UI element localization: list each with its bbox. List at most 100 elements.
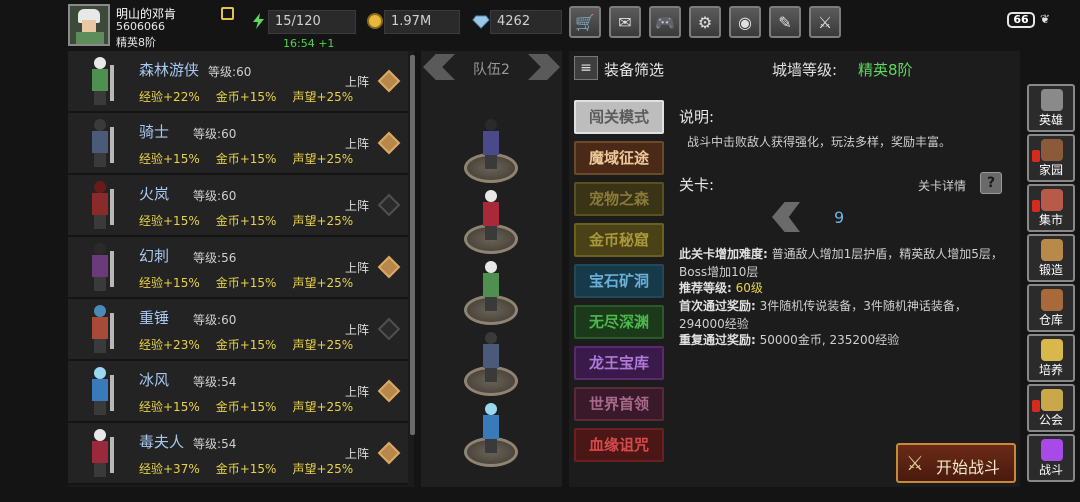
mode-button[interactable]: 闯关模式	[574, 100, 664, 134]
hero-exp-bonus: 经验+15%	[139, 276, 200, 290]
mode-button[interactable]: 宝石矿洞	[574, 264, 664, 298]
sidebar-label: 集市	[1038, 213, 1063, 227]
hero-bonuses: 经验+15% 金币+15% 声望+25%	[139, 212, 369, 229]
mode-button[interactable]: 世界首领	[574, 387, 664, 421]
deploy-toggle-icon[interactable]	[377, 441, 401, 465]
hero-row[interactable]: 毒夫人 等级:54 经验+37% 金币+15% 声望+25% 上阵	[68, 423, 408, 485]
team-member-sprite[interactable]	[479, 190, 503, 240]
avatar-robe	[76, 32, 104, 44]
deploy-toggle-icon[interactable]	[377, 255, 401, 279]
hero-list-scrollbar[interactable]	[410, 55, 415, 435]
wall-level-value: 精英8阶	[858, 61, 913, 79]
sidebar-label: 培养	[1038, 363, 1063, 377]
house-icon	[1041, 139, 1063, 161]
sprite-legs	[94, 91, 106, 105]
start-battle-button[interactable]: ⚔ 开始战斗	[896, 443, 1016, 483]
hero-level: 等级:60	[193, 127, 237, 141]
sprite-head	[485, 332, 497, 344]
portal-icon	[1041, 439, 1063, 461]
hero-gold-bonus: 金币+15%	[215, 462, 277, 476]
deploy-toggle-icon[interactable]	[377, 131, 401, 155]
sprite-legs	[94, 463, 106, 477]
hero-row[interactable]: 冰风 等级:54 经验+15% 金币+15% 声望+25% 上阵	[68, 361, 408, 423]
deploy-toggle-icon[interactable]	[377, 379, 401, 403]
team-member-sprite[interactable]	[479, 119, 503, 169]
hero-list[interactable]: 森林游侠 等级:60 经验+22% 金币+15% 声望+25% 上阵 骑士 等级:60 经验+1…	[68, 51, 414, 487]
mode-button[interactable]: 魔域征途	[574, 141, 664, 175]
hero-level-label: 等级	[193, 127, 218, 141]
edit-icon[interactable]	[221, 7, 234, 20]
sprite-weapon	[110, 313, 114, 349]
team-member-sprite[interactable]	[479, 403, 503, 453]
gem-counter: 4262	[490, 10, 562, 34]
hero-deploy-label: 上阵	[345, 447, 370, 461]
deploy-toggle-icon[interactable]	[377, 317, 401, 341]
mode-button[interactable]: 血缘诅咒	[574, 428, 664, 462]
sidebar-button-guild[interactable]: 公会	[1027, 384, 1075, 432]
sidebar-label: 家园	[1038, 163, 1063, 177]
color-button[interactable]: ◉	[729, 6, 761, 38]
sprite-body	[483, 131, 499, 155]
anvil-icon	[1041, 239, 1063, 261]
hero-level: 等级:54	[193, 375, 237, 389]
hero-bonuses: 经验+23% 金币+15% 声望+25%	[139, 336, 369, 353]
team-member-sprite[interactable]	[479, 332, 503, 382]
hero-gold-bonus: 金币+15%	[215, 214, 277, 228]
mode-button[interactable]: 龙王宝库	[574, 346, 664, 380]
player-id: 5606066	[116, 20, 165, 33]
sidebar-button-house[interactable]: 家园	[1027, 134, 1075, 182]
sidebar-label: 公会	[1038, 413, 1063, 427]
sidebar-button-chest[interactable]: 仓库	[1027, 284, 1075, 332]
hero-sprite-icon	[80, 55, 120, 107]
hero-row[interactable]: 骑士 等级:60 经验+15% 金币+15% 声望+25% 上阵	[68, 113, 408, 175]
level-detail-label: 关卡详情	[918, 179, 967, 193]
sprite-body	[92, 379, 108, 401]
sidebar-button-market[interactable]: 集市	[1027, 184, 1075, 232]
sprite-head	[94, 367, 106, 379]
sprite-legs	[485, 297, 497, 311]
sword-alert-button[interactable]: ⚔	[809, 6, 841, 38]
hero-row[interactable]: 森林游侠 等级:60 经验+22% 金币+15% 声望+25% 上阵	[68, 51, 408, 113]
sidebar-button-portal[interactable]: 战斗	[1027, 434, 1075, 482]
feather-button[interactable]: ✎	[769, 6, 801, 38]
menu-icon[interactable]: ≡	[574, 56, 598, 80]
recommend-label: 推荐等级:	[679, 281, 732, 295]
team-member-sprite[interactable]	[479, 261, 503, 311]
color-wheel-icon: ◉	[738, 12, 752, 32]
hero-name: 冰风	[139, 371, 170, 389]
player-avatar[interactable]	[68, 4, 110, 46]
training-icon	[1041, 339, 1063, 361]
mode-button[interactable]: 宠物之森	[574, 182, 664, 216]
sprite-body	[92, 317, 108, 339]
equipment-filter-label[interactable]: 装备筛选	[604, 59, 664, 80]
hero-deploy-label: 上阵	[345, 261, 370, 275]
sidebar-button-training[interactable]: 培养	[1027, 334, 1075, 382]
deploy-toggle-icon[interactable]	[377, 193, 401, 217]
level-title: 关卡:	[679, 176, 715, 194]
question-icon[interactable]: ?	[980, 172, 1002, 194]
level-prev-button[interactable]	[772, 202, 800, 232]
hero-row[interactable]: 幻刺 等级:56 经验+15% 金币+15% 声望+25% 上阵	[68, 237, 408, 299]
hero-row[interactable]: 重锤 等级:60 经验+23% 金币+15% 声望+25% 上阵	[68, 299, 408, 361]
sprite-head	[94, 119, 106, 131]
settings-button[interactable]: ⚙	[689, 6, 721, 38]
mode-button[interactable]: 金币秘窟	[574, 223, 664, 257]
sprite-legs	[94, 401, 106, 415]
hero-row[interactable]: 火岚 等级:60 经验+15% 金币+15% 声望+25% 上阵	[68, 175, 408, 237]
hero-sprite-icon	[80, 179, 120, 231]
sidebar-button-anvil[interactable]: 锻造	[1027, 234, 1075, 282]
sidebar-label: 战斗	[1038, 463, 1063, 477]
wall-level-label: 城墙等级:	[772, 61, 838, 79]
hero-gold-bonus: 金币+15%	[215, 400, 277, 414]
hero-level-label: 等级	[193, 375, 218, 389]
sidebar-button-helmet[interactable]: 英雄	[1027, 84, 1075, 132]
chest-icon	[1041, 289, 1063, 311]
deploy-toggle-icon[interactable]	[377, 69, 401, 93]
shop-button[interactable]: 🛒	[569, 6, 601, 38]
sprite-body	[483, 202, 499, 226]
mode-button[interactable]: 无尽深渊	[574, 305, 664, 339]
gamepad-button[interactable]: 🎮	[649, 6, 681, 38]
sprite-legs	[94, 153, 106, 167]
first-reward-label: 首次通过奖励:	[679, 299, 756, 313]
mail-button[interactable]: ✉	[609, 6, 641, 38]
